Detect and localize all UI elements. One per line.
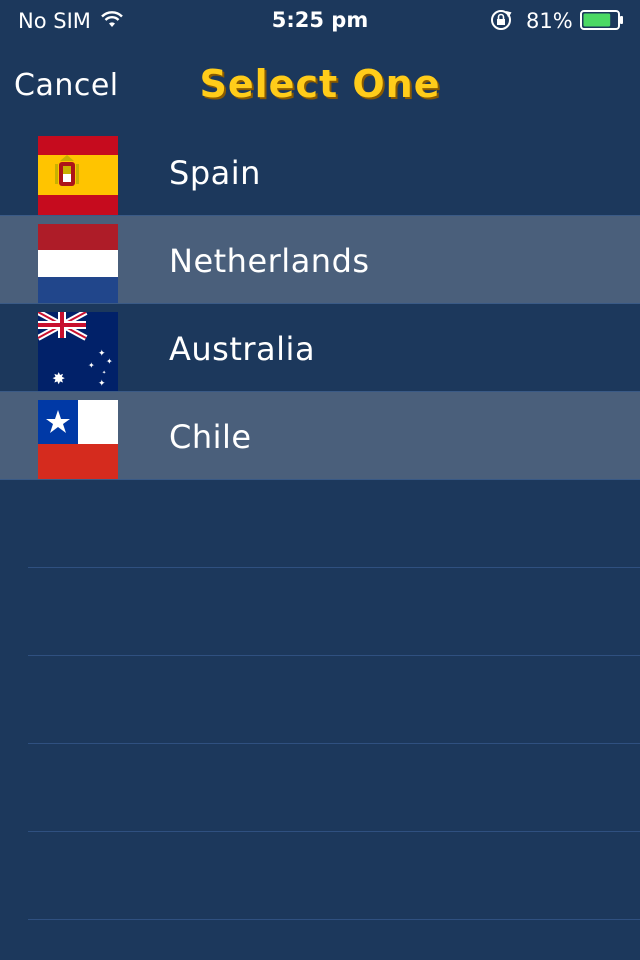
svg-text:✦: ✦ bbox=[102, 370, 106, 376]
status-bar: No SIM 5:25 pm 81% bbox=[0, 0, 640, 40]
country-row-chile[interactable]: Chile bbox=[0, 392, 640, 480]
page-title: Select One bbox=[199, 62, 441, 106]
empty-row bbox=[0, 744, 640, 832]
battery-percentage: 81% bbox=[526, 9, 573, 33]
svg-text:✦: ✦ bbox=[106, 357, 113, 366]
country-label: Netherlands bbox=[169, 242, 370, 280]
svg-text:✸: ✸ bbox=[52, 369, 65, 388]
empty-row bbox=[0, 832, 640, 920]
country-row-australia[interactable]: ✸ ✦ ✦ ✦ ✦ ✦ Australia bbox=[0, 304, 640, 392]
svg-text:✦: ✦ bbox=[98, 349, 106, 359]
navigation-bar: Cancel Select One bbox=[0, 40, 640, 128]
battery-icon bbox=[580, 10, 623, 30]
australia-flag-icon: ✸ ✦ ✦ ✦ ✦ ✦ bbox=[38, 312, 118, 391]
empty-row bbox=[0, 480, 640, 568]
country-label: Spain bbox=[169, 154, 261, 192]
svg-text:✦: ✦ bbox=[98, 379, 106, 389]
country-label: Australia bbox=[169, 330, 316, 368]
row-separator bbox=[28, 919, 640, 920]
chile-flag-icon bbox=[38, 400, 118, 479]
country-row-spain[interactable]: Spain bbox=[0, 128, 640, 216]
spain-flag-icon bbox=[38, 136, 118, 215]
rotation-lock-icon bbox=[491, 10, 512, 30]
country-label: Chile bbox=[169, 418, 252, 456]
svg-text:✦: ✦ bbox=[88, 361, 95, 370]
netherlands-flag-icon bbox=[38, 224, 118, 303]
country-row-netherlands[interactable]: Netherlands bbox=[0, 216, 640, 304]
empty-row bbox=[0, 568, 640, 656]
country-list: Spain Netherlands ✸ ✦ ✦ ✦ ✦ ✦ Australia bbox=[0, 128, 640, 920]
empty-row bbox=[0, 656, 640, 744]
